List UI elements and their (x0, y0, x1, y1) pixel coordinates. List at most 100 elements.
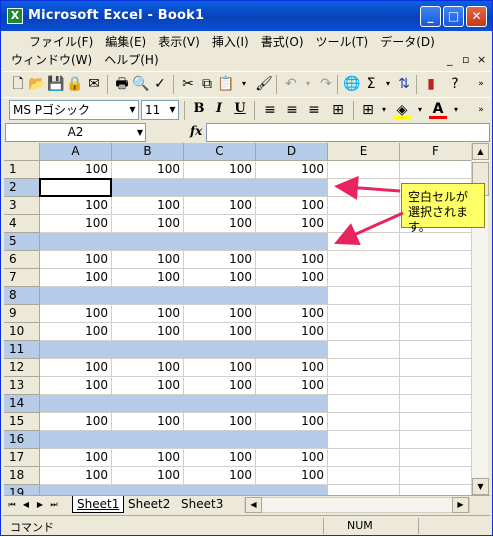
cell-c14[interactable] (184, 395, 256, 413)
chevron-down-icon[interactable]: ▼ (128, 103, 137, 117)
format-painter-icon[interactable]: 🖌 (255, 75, 273, 93)
mail-icon[interactable]: ✉ (85, 75, 103, 93)
cell-d14[interactable] (256, 395, 328, 413)
cell-a11[interactable] (40, 341, 112, 359)
merge-center-icon[interactable]: ⊞ (329, 101, 347, 119)
new-file-icon[interactable]: 🗋 (9, 75, 27, 93)
cell-a15[interactable]: 100 (40, 413, 112, 431)
hyperlink-icon[interactable]: 🌐 (343, 75, 361, 93)
cell-f17[interactable] (400, 449, 471, 467)
cell-a8[interactable] (40, 287, 112, 305)
cell-d4[interactable]: 100 (256, 215, 328, 233)
save-icon[interactable]: 💾 (47, 75, 65, 93)
permission-icon[interactable]: 🔒 (66, 75, 84, 93)
cell-e14[interactable] (328, 395, 400, 413)
column-header-b[interactable]: B (112, 143, 184, 161)
cell-e1[interactable] (328, 161, 400, 179)
cell-d8[interactable] (256, 287, 328, 305)
row-header-18[interactable]: 18 (4, 467, 40, 485)
cell-e17[interactable] (328, 449, 400, 467)
chevron-down-icon[interactable]: ▼ (168, 103, 177, 117)
cell-e13[interactable] (328, 377, 400, 395)
toolbar-options-icon[interactable]: » (472, 75, 490, 93)
row-header-16[interactable]: 16 (4, 431, 40, 449)
chart-wizard-icon[interactable]: ▮ (422, 75, 440, 93)
row-header-6[interactable]: 6 (4, 251, 40, 269)
spellcheck-icon[interactable]: ✓ (151, 75, 169, 93)
cell-b5[interactable] (112, 233, 184, 251)
print-preview-icon[interactable]: 🔍 (132, 75, 150, 93)
cell-b3[interactable]: 100 (112, 197, 184, 215)
cell-e19[interactable] (328, 485, 400, 495)
cell-a10[interactable]: 100 (40, 323, 112, 341)
open-folder-icon[interactable]: 📂 (28, 75, 46, 93)
row-header-12[interactable]: 12 (4, 359, 40, 377)
paste-icon[interactable]: 📋 (217, 75, 235, 93)
undo-dropdown-icon[interactable]: ▾ (299, 75, 317, 93)
fill-color-dropdown-icon[interactable]: ▾ (411, 101, 429, 119)
cell-f5[interactable] (400, 233, 471, 251)
column-header-e[interactable]: E (328, 143, 400, 161)
excel-app-icon[interactable]: X (7, 8, 23, 24)
first-sheet-icon[interactable]: ⏮ (6, 498, 18, 511)
cell-e12[interactable] (328, 359, 400, 377)
cell-b9[interactable]: 100 (112, 305, 184, 323)
cell-d15[interactable]: 100 (256, 413, 328, 431)
cell-c11[interactable] (184, 341, 256, 359)
cell-b1[interactable]: 100 (112, 161, 184, 179)
cell-f9[interactable] (400, 305, 471, 323)
cell-a3[interactable]: 100 (40, 197, 112, 215)
cell-b7[interactable]: 100 (112, 269, 184, 287)
cell-b15[interactable]: 100 (112, 413, 184, 431)
row-header-5[interactable]: 5 (4, 233, 40, 251)
minimize-button[interactable]: _ (420, 6, 441, 27)
cell-d9[interactable]: 100 (256, 305, 328, 323)
sheet-tab-sheet3[interactable]: Sheet3 (177, 496, 227, 513)
cell-c12[interactable]: 100 (184, 359, 256, 377)
maximize-button[interactable]: □ (443, 6, 464, 27)
cell-d13[interactable]: 100 (256, 377, 328, 395)
cell-a5[interactable] (40, 233, 112, 251)
cell-a7[interactable]: 100 (40, 269, 112, 287)
cell-e8[interactable] (328, 287, 400, 305)
cell-e18[interactable] (328, 467, 400, 485)
cell-c10[interactable]: 100 (184, 323, 256, 341)
autosum-icon[interactable]: Σ (362, 75, 380, 93)
row-header-15[interactable]: 15 (4, 413, 40, 431)
row-header-19[interactable]: 19 (4, 485, 40, 495)
underline-button[interactable]: U (231, 101, 249, 119)
row-header-14[interactable]: 14 (4, 395, 40, 413)
row-header-9[interactable]: 9 (4, 305, 40, 323)
scroll-up-icon[interactable]: ▲ (472, 143, 489, 160)
menu-help[interactable]: ヘルプ(H) (98, 51, 164, 69)
row-header-2[interactable]: 2 (4, 179, 40, 197)
close-button[interactable]: ✕ (466, 6, 487, 27)
row-header-7[interactable]: 7 (4, 269, 40, 287)
cell-a13[interactable]: 100 (40, 377, 112, 395)
doc-restore-button[interactable]: ▫ (462, 53, 469, 66)
cell-f11[interactable] (400, 341, 471, 359)
italic-button[interactable]: I (210, 101, 228, 119)
menu-view[interactable]: 表示(V) (152, 33, 206, 51)
cell-c15[interactable]: 100 (184, 413, 256, 431)
cell-c13[interactable]: 100 (184, 377, 256, 395)
menu-window[interactable]: ウィンドウ(W) (5, 51, 98, 69)
name-box[interactable]: A2 ▼ (5, 123, 146, 142)
sort-ascending-icon[interactable]: ⇅ (395, 75, 413, 93)
font-color-dropdown-icon[interactable]: ▾ (447, 101, 465, 119)
cell-f13[interactable] (400, 377, 471, 395)
row-header-4[interactable]: 4 (4, 215, 40, 233)
sheet-tab-sheet1[interactable]: Sheet1 (72, 496, 125, 513)
scroll-left-icon[interactable]: ◀ (245, 497, 262, 513)
cell-b16[interactable] (112, 431, 184, 449)
menu-data[interactable]: データ(D) (374, 33, 441, 51)
font-size-select[interactable]: 11 ▼ (141, 100, 179, 120)
align-left-icon[interactable]: ≡ (261, 101, 279, 119)
fill-color-icon[interactable]: ◈ (393, 101, 411, 119)
menu-insert[interactable]: 挿入(I) (206, 33, 255, 51)
cell-c1[interactable]: 100 (184, 161, 256, 179)
cell-f1[interactable] (400, 161, 471, 179)
next-sheet-icon[interactable]: ▶ (34, 498, 46, 511)
row-header-10[interactable]: 10 (4, 323, 40, 341)
cell-e4[interactable] (328, 215, 400, 233)
